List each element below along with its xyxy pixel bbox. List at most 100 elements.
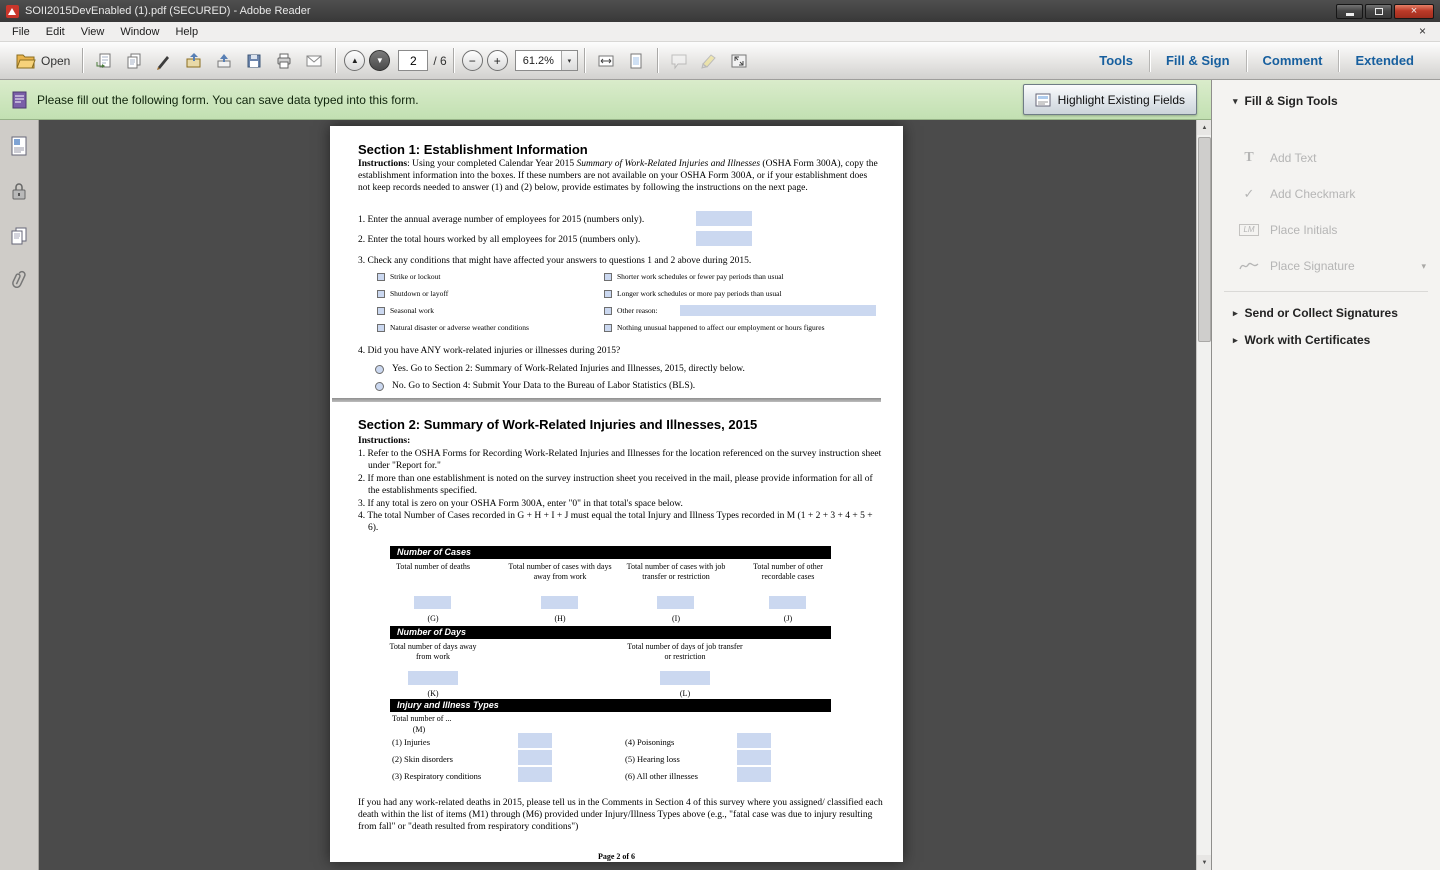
condition-row: Natural disaster or adverse weather cond… bbox=[377, 323, 529, 332]
checkbox-nothing-unusual[interactable] bbox=[604, 324, 612, 332]
checkbox-strike-or-lockout[interactable] bbox=[377, 273, 385, 281]
close-document-button[interactable]: × bbox=[1413, 23, 1432, 39]
employees-count-field[interactable] bbox=[696, 211, 752, 226]
menu-help[interactable]: Help bbox=[167, 23, 206, 41]
page-number-input[interactable] bbox=[398, 50, 428, 71]
attachments-button[interactable] bbox=[5, 267, 33, 295]
document-area: Section 1: Establishment Information Ins… bbox=[39, 120, 1196, 870]
chevron-down-icon[interactable]: ▾ bbox=[561, 51, 577, 70]
field-m4-poisonings[interactable] bbox=[737, 733, 771, 748]
menu-window[interactable]: Window bbox=[112, 23, 167, 41]
days-col-letter: (K) bbox=[381, 689, 485, 698]
next-page-button[interactable]: ▼ bbox=[369, 50, 390, 71]
checkbox-label: Shorter work schedules or fewer pay peri… bbox=[617, 272, 784, 281]
pages-button[interactable] bbox=[5, 222, 33, 250]
checkbox-natural-disaster[interactable] bbox=[377, 324, 385, 332]
share-button[interactable] bbox=[209, 49, 239, 73]
adobe-reader-icon bbox=[6, 5, 19, 18]
scroll-down-button[interactable]: ▼ bbox=[1197, 855, 1212, 870]
field-j-other-cases[interactable] bbox=[769, 596, 806, 609]
fit-width-icon bbox=[597, 52, 615, 70]
save-copy-button[interactable] bbox=[89, 49, 119, 73]
condition-row: Other reason: bbox=[604, 306, 658, 315]
fill-sign-tools-header[interactable]: ▾ Fill & Sign Tools bbox=[1212, 94, 1440, 108]
chevron-down-icon[interactable]: ▾ bbox=[1421, 261, 1426, 272]
field-m6-all-other[interactable] bbox=[737, 767, 771, 782]
highlight-text-button[interactable] bbox=[694, 49, 724, 73]
field-m5-hearing-loss[interactable] bbox=[737, 750, 771, 765]
menu-edit[interactable]: Edit bbox=[38, 23, 73, 41]
scroll-up-button[interactable]: ▲ bbox=[1197, 120, 1212, 135]
zoom-level-select[interactable]: 61.2% ▾ bbox=[515, 50, 578, 71]
zoom-out-button[interactable]: − bbox=[462, 50, 483, 71]
restore-button[interactable] bbox=[1365, 4, 1392, 19]
highlight-existing-fields-button[interactable]: Highlight Existing Fields bbox=[1023, 84, 1197, 115]
cases-header-bar: Number of Cases bbox=[390, 546, 831, 559]
instruction-item: 3. If any total is zero on your OSHA For… bbox=[358, 498, 885, 510]
security-settings-button[interactable] bbox=[5, 177, 33, 205]
checkbox-label: Natural disaster or adverse weather cond… bbox=[390, 323, 529, 332]
field-g-deaths[interactable] bbox=[414, 596, 451, 609]
other-reason-field[interactable] bbox=[680, 305, 876, 316]
zoom-in-button[interactable]: + bbox=[487, 50, 508, 71]
previous-page-button[interactable]: ▲ bbox=[344, 50, 365, 71]
vertical-scrollbar[interactable]: ▲ ▼ bbox=[1196, 120, 1211, 870]
sign-button[interactable] bbox=[149, 49, 179, 73]
print-button[interactable] bbox=[269, 49, 299, 73]
field-m2-skin-disorders[interactable] bbox=[518, 750, 552, 765]
answer-yes-row: Yes. Go to Section 2: Summary of Work-Re… bbox=[375, 364, 745, 374]
cases-col-label: Total number of cases with job transfer … bbox=[624, 562, 728, 582]
type-label-injuries: (1) Injuries bbox=[392, 737, 430, 747]
copy-document-button[interactable] bbox=[119, 49, 149, 73]
fill-sign-pane-link[interactable]: Fill & Sign bbox=[1150, 53, 1246, 68]
checkbox-longer-schedules[interactable] bbox=[604, 290, 612, 298]
add-checkmark-tool[interactable]: ✓ Add Checkmark bbox=[1212, 182, 1440, 206]
checkmark-icon: ✓ bbox=[1237, 186, 1261, 202]
cases-col-label: Total number of other recordable cases bbox=[736, 562, 840, 582]
checkbox-shutdown-or-layoff[interactable] bbox=[377, 290, 385, 298]
checkbox-seasonal-work[interactable] bbox=[377, 307, 385, 315]
add-text-tool[interactable]: T Add Text bbox=[1212, 146, 1440, 170]
instruction-item: 4. The total Number of Cases recorded in… bbox=[358, 510, 885, 534]
save-copy-icon bbox=[95, 52, 113, 70]
send-file-button[interactable] bbox=[179, 49, 209, 73]
close-button[interactable]: × bbox=[1394, 4, 1434, 19]
field-l-days-transfer[interactable] bbox=[660, 671, 710, 685]
radio-yes[interactable] bbox=[375, 365, 384, 374]
place-signature-tool[interactable]: Place Signature ▾ bbox=[1212, 254, 1440, 278]
sticky-note-button[interactable] bbox=[664, 49, 694, 73]
fullscreen-button[interactable] bbox=[724, 49, 754, 73]
hours-worked-field[interactable] bbox=[696, 231, 752, 246]
fit-width-button[interactable] bbox=[591, 49, 621, 73]
field-m3-respiratory[interactable] bbox=[518, 767, 552, 782]
work-with-certificates-section[interactable]: ▸ Work with Certificates bbox=[1212, 333, 1440, 347]
save-button[interactable] bbox=[239, 49, 269, 73]
tool-label: Add Checkmark bbox=[1270, 187, 1355, 201]
place-initials-tool[interactable]: LM Place Initials bbox=[1212, 218, 1440, 242]
checkbox-label: Seasonal work bbox=[390, 306, 434, 315]
fit-page-button[interactable] bbox=[621, 49, 651, 73]
minimize-button[interactable] bbox=[1336, 4, 1363, 19]
open-button[interactable]: Open bbox=[10, 50, 76, 72]
field-i-transfer-cases[interactable] bbox=[657, 596, 694, 609]
menu-file[interactable]: File bbox=[4, 23, 38, 41]
field-k-days-away[interactable] bbox=[408, 671, 458, 685]
open-label: Open bbox=[41, 54, 70, 68]
radio-no[interactable] bbox=[375, 382, 384, 391]
checkbox-shorter-schedules[interactable] bbox=[604, 273, 612, 281]
scrollbar-thumb[interactable] bbox=[1198, 137, 1211, 342]
extended-pane-link[interactable]: Extended bbox=[1339, 53, 1430, 68]
email-button[interactable] bbox=[299, 49, 329, 73]
menu-view[interactable]: View bbox=[73, 23, 113, 41]
question-4: 4. Did you have ANY work-related injurie… bbox=[358, 346, 620, 356]
tools-pane-link[interactable]: Tools bbox=[1083, 53, 1149, 68]
comment-pane-link[interactable]: Comment bbox=[1247, 53, 1339, 68]
send-or-collect-signatures-section[interactable]: ▸ Send or Collect Signatures bbox=[1212, 306, 1440, 320]
page-thumbnails-button[interactable] bbox=[5, 132, 33, 160]
cases-col-label: Total number of cases with days away fro… bbox=[508, 562, 612, 582]
field-h-days-away-cases[interactable] bbox=[541, 596, 578, 609]
checkbox-other-reason[interactable] bbox=[604, 307, 612, 315]
zoom-level-value: 61.2% bbox=[516, 51, 561, 70]
plus-icon: + bbox=[494, 54, 501, 68]
field-m1-injuries[interactable] bbox=[518, 733, 552, 748]
